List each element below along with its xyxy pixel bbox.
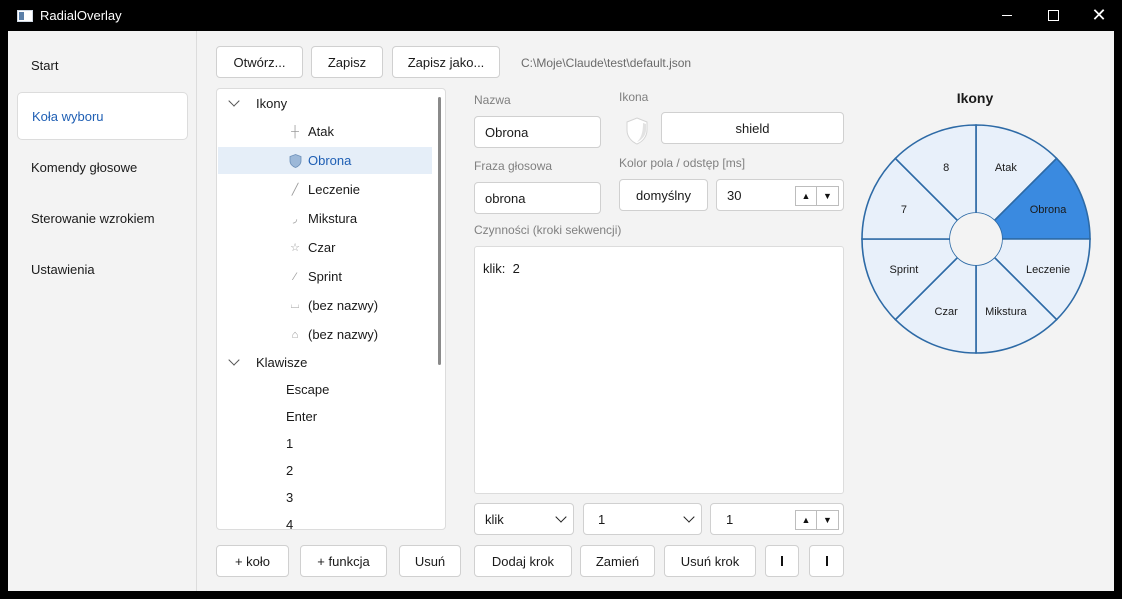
sidebar: Start Koła wyboru Komendy głosowe Sterow… (8, 31, 197, 591)
radial-segment-label: Leczenie (1026, 264, 1070, 276)
sidebar-item-voice-commands[interactable]: Komendy głosowe (17, 143, 188, 191)
minimize-button[interactable] (984, 0, 1030, 31)
tree-item[interactable]: 2 (218, 457, 432, 484)
tree-group-keys[interactable]: Klawisze (218, 349, 432, 376)
step-type-select[interactable]: klik (474, 503, 574, 535)
chevron-down-icon[interactable] (228, 354, 240, 366)
count-spin-buttons: ▲ ▼ (795, 510, 839, 530)
tree-group-icons[interactable]: Ikony (218, 90, 432, 117)
tree-item-selected[interactable]: Obrona (218, 147, 432, 174)
shield-icon (288, 153, 302, 168)
flask-icon: ◞ (292, 213, 298, 225)
chevron-down-icon (555, 511, 567, 523)
tree-item[interactable]: ⁄ Sprint (218, 263, 432, 290)
name-field[interactable]: Obrona (474, 116, 601, 148)
spin-down-icon[interactable]: ▼ (817, 186, 839, 206)
gap-spin-buttons: ▲ ▼ (795, 186, 839, 206)
file-path: C:\Moje\Claude\test\default.json (521, 56, 692, 70)
radial-segment-label: Sprint (890, 264, 919, 276)
icon-label: Ikona (619, 90, 649, 104)
delete-button[interactable]: Usuń (399, 545, 461, 577)
tree-item[interactable]: Escape (218, 376, 432, 403)
spin-up-icon[interactable]: ▲ (795, 510, 817, 530)
bolt-icon: ⁄ (294, 270, 296, 283)
tree-item[interactable]: ⌴ (bez nazwy) (218, 292, 432, 319)
tree-item[interactable]: 3 (218, 484, 432, 511)
replace-button[interactable]: Zamień (580, 545, 655, 577)
app-icon (17, 9, 33, 22)
sidebar-item-start[interactable]: Start (17, 41, 188, 89)
arrow-down-icon (825, 556, 828, 566)
tree-item[interactable]: ☆ Czar (218, 234, 432, 261)
chevron-down-icon (683, 511, 695, 523)
tree-item[interactable]: 1 (218, 430, 432, 457)
voice-phrase-label: Fraza głosowa (474, 159, 553, 173)
radial-segment-label: Mikstura (985, 306, 1027, 318)
tree-scrollbar[interactable] (438, 97, 441, 365)
save-button[interactable]: Zapisz (311, 46, 383, 78)
window-title: RadialOverlay (40, 8, 122, 23)
delete-step-button[interactable]: Usuń krok (664, 545, 756, 577)
step-arg-select[interactable]: 1 (583, 503, 702, 535)
potion-icon: ╱ (291, 184, 299, 196)
sidebar-item-settings[interactable]: Ustawienia (17, 245, 188, 293)
name-label: Nazwa (474, 93, 511, 107)
step-count-stepper[interactable]: 1 ▲ ▼ (710, 503, 844, 535)
save-as-button[interactable]: Zapisz jako... (392, 46, 500, 78)
spin-up-icon[interactable]: ▲ (795, 186, 817, 206)
step-item[interactable]: klik: 2 (483, 261, 835, 276)
add-function-button[interactable]: + funkcja (300, 545, 387, 577)
main-window: Start Koła wyboru Komendy głosowe Sterow… (8, 31, 1114, 591)
radial-segment-label: Obrona (1030, 204, 1068, 216)
steps-list[interactable]: klik: 2 (474, 246, 844, 494)
steps-label: Czynności (kroki sekwencji) (474, 223, 622, 237)
radial-menu[interactable]: Atak Obrona Leczenie Mikstura Czar Sprint 7 8 (861, 124, 1091, 356)
tree-view[interactable]: Ikony ┼ Atak Obrona ╱ Leczenie ◞ Mikstur… (216, 88, 446, 530)
radial-center (950, 213, 1002, 265)
radial-title: Ikony (956, 90, 994, 106)
color-button[interactable]: domyślny (619, 179, 708, 211)
radial-segment-label: 8 (943, 162, 949, 174)
chevron-down-icon[interactable] (228, 95, 240, 107)
open-button[interactable]: Otwórz... (216, 46, 303, 78)
gap-value: 30 (727, 187, 742, 203)
spin-down-icon[interactable]: ▼ (817, 510, 839, 530)
sidebar-item-eye-control[interactable]: Sterowanie wzrokiem (17, 194, 188, 242)
gap-stepper[interactable]: 30 ▲ ▼ (716, 179, 844, 211)
radial-segment-label: Atak (995, 162, 1018, 174)
add-step-button[interactable]: Dodaj krok (474, 545, 572, 577)
book-icon: ⌴ (290, 299, 300, 311)
maximize-button[interactable] (1030, 0, 1076, 31)
bell-icon: ⌂ (291, 328, 299, 341)
move-down-button[interactable] (809, 545, 844, 577)
sword-icon: ┼ (291, 125, 299, 138)
tree-item[interactable]: ◞ Mikstura (218, 205, 432, 232)
shield-icon (623, 115, 651, 147)
window-controls: ✕ (984, 0, 1122, 31)
tree-item[interactable]: ╱ Leczenie (218, 176, 432, 203)
tree-item[interactable]: ⌂ (bez nazwy) (218, 321, 432, 348)
color-gap-label: Kolor pola / odstęp [ms] (619, 156, 746, 170)
star-icon: ☆ (290, 242, 300, 254)
sidebar-item-wheels[interactable]: Koła wyboru (17, 92, 188, 140)
tree-item[interactable]: ┼ Atak (218, 118, 432, 145)
tree-item[interactable]: 4 (218, 511, 432, 529)
tree-item[interactable]: Enter (218, 403, 432, 430)
radial-segment-label: Czar (935, 306, 959, 318)
arrow-up-icon (781, 556, 783, 566)
voice-phrase-field[interactable]: obrona (474, 182, 601, 214)
radial-segment-label: 7 (901, 204, 907, 216)
add-wheel-button[interactable]: + koło (216, 545, 289, 577)
move-up-button[interactable] (765, 545, 799, 577)
title-bar: RadialOverlay ✕ (0, 0, 1122, 31)
close-button[interactable]: ✕ (1076, 0, 1122, 31)
icon-name-field[interactable]: shield (661, 112, 844, 144)
